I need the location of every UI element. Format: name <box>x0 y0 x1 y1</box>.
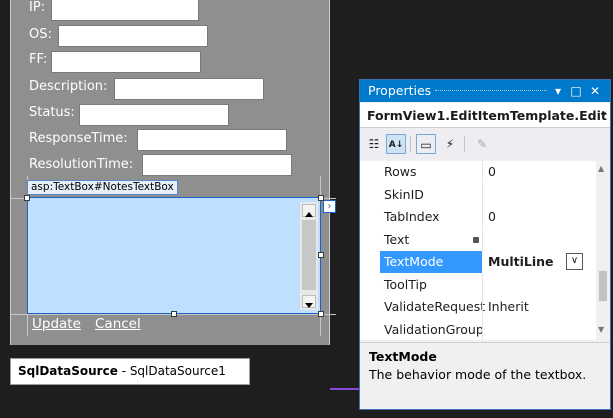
update-link[interactable]: Update <box>32 316 81 332</box>
property-grid-scrollbar[interactable]: ▲ ▼ <box>596 161 610 340</box>
ff-textbox[interactable] <box>51 51 201 73</box>
property-row-validationgroup[interactable]: ValidationGroup <box>360 318 596 340</box>
property-row-textmode[interactable]: TextMode MultiLine ∨ <box>360 251 596 274</box>
arrow-down-icon <box>305 303 313 308</box>
designer-border <box>330 388 360 390</box>
column-divider <box>482 183 483 206</box>
resize-handle-top-right[interactable] <box>318 195 324 201</box>
column-divider <box>482 318 483 340</box>
dropdown-chevron-icon[interactable]: ∨ <box>566 253 583 270</box>
property-name: ValidateRequest <box>384 299 486 314</box>
chevron-down-icon: ▾ <box>601 110 606 120</box>
properties-toolbar: ☷ A↓ ▭ ⚡ ✎ <box>360 129 610 159</box>
arrow-up-icon <box>305 212 313 217</box>
notes-textbox[interactable] <box>27 197 321 314</box>
column-divider <box>482 161 483 183</box>
property-grid: Rows 0 SkinID TabIndex 0 Text TextMode M… <box>360 161 596 340</box>
scroll-down-icon[interactable]: ▼ <box>598 325 604 334</box>
property-row-skinid[interactable]: SkinID <box>360 183 596 207</box>
maximize-icon[interactable]: □ <box>568 80 584 102</box>
status-label: Status: <box>29 105 75 120</box>
property-row-tooltip[interactable]: ToolTip <box>360 273 596 297</box>
object-selector[interactable]: FormView1.EditItemTemplate.Edit ▾ <box>360 103 610 128</box>
property-name: TextMode <box>384 254 444 269</box>
smart-tag-chevron-icon[interactable]: › <box>323 200 336 213</box>
property-value: 0 <box>488 209 496 224</box>
property-value: 0 <box>488 164 496 179</box>
ff-label: FF: <box>29 52 48 67</box>
property-name: Rows <box>384 164 417 179</box>
column-divider <box>482 296 483 318</box>
sqldatasource-name: SqlDataSource1 <box>129 364 226 378</box>
sqldatasource-separator: - <box>117 364 130 378</box>
toolbar-separator <box>410 136 411 152</box>
properties-title: Properties <box>368 83 432 98</box>
property-row-validaterequest[interactable]: ValidateRequest Inherit <box>360 296 596 319</box>
resolution-time-textbox[interactable] <box>142 154 292 176</box>
scroll-up-button[interactable] <box>302 204 316 217</box>
events-icon[interactable]: ⚡ <box>440 134 460 154</box>
property-value: Inherit <box>488 299 529 314</box>
property-row-tabindex[interactable]: TabIndex 0 <box>360 206 596 229</box>
resolution-time-label: ResolutionTime: <box>29 157 134 172</box>
grid-scroll-thumb[interactable] <box>599 271 607 301</box>
categorized-icon[interactable]: ☷ <box>364 134 384 154</box>
notes-textbox-tag: asp:TextBox#NotesTextBox <box>27 180 178 195</box>
object-name: FormView1.EditItemTemplate.Edit <box>367 108 607 123</box>
toolbar-separator-2 <box>464 136 465 152</box>
column-divider <box>482 206 483 228</box>
scroll-down-button[interactable] <box>302 295 316 308</box>
property-description: TextMode The behavior mode of the textbo… <box>360 342 610 409</box>
property-name: TabIndex <box>384 209 440 224</box>
close-icon[interactable]: ✕ <box>587 80 603 102</box>
response-time-textbox[interactable] <box>137 129 287 151</box>
resize-handle-top-left[interactable] <box>24 195 30 201</box>
property-name: SkinID <box>384 186 424 202</box>
column-divider <box>482 228 483 251</box>
os-label: OS: <box>29 27 52 42</box>
resize-handle-right[interactable] <box>318 252 324 258</box>
resize-handle-bottom-right[interactable] <box>318 311 324 317</box>
description-title: TextMode <box>369 349 437 364</box>
property-name: ValidationGroup <box>384 321 484 337</box>
title-grip <box>435 90 547 91</box>
property-row-text[interactable]: Text <box>360 228 596 252</box>
properties-title-bar: Properties ▾ □ ✕ <box>360 80 610 102</box>
ip-label: IP: <box>29 0 46 15</box>
description-textbox[interactable] <box>114 78 264 100</box>
sqldatasource-type: SqlDataSource <box>18 364 118 378</box>
column-divider <box>482 273 483 296</box>
property-name: Text <box>384 231 410 247</box>
notes-scrollbar[interactable] <box>300 202 318 310</box>
property-name: ToolTip <box>384 276 427 292</box>
lock-icon <box>473 236 479 243</box>
property-value: MultiLine <box>488 254 554 269</box>
property-pages-icon[interactable]: ✎ <box>472 134 492 154</box>
alphabetical-icon[interactable]: A↓ <box>386 134 406 154</box>
os-textbox[interactable] <box>58 25 208 47</box>
response-time-label: ResponseTime: <box>29 131 128 146</box>
properties-icon[interactable]: ▭ <box>416 134 436 154</box>
status-textbox[interactable] <box>79 104 229 126</box>
ip-textbox[interactable] <box>51 0 199 21</box>
description-label: Description: <box>29 79 108 94</box>
resize-handle-bottom[interactable] <box>171 311 177 317</box>
scroll-thumb[interactable] <box>302 220 316 290</box>
properties-window: Properties ▾ □ ✕ FormView1.EditItemTempl… <box>359 79 611 410</box>
dropdown-icon[interactable]: ▾ <box>550 80 566 102</box>
property-row-rows[interactable]: Rows 0 <box>360 161 596 184</box>
cancel-link[interactable]: Cancel <box>95 316 141 332</box>
description-text: The behavior mode of the textbox. <box>369 367 587 382</box>
scroll-up-icon[interactable]: ▲ <box>598 164 604 173</box>
sqldatasource-control[interactable]: SqlDataSource - SqlDataSource1 <box>10 358 250 385</box>
